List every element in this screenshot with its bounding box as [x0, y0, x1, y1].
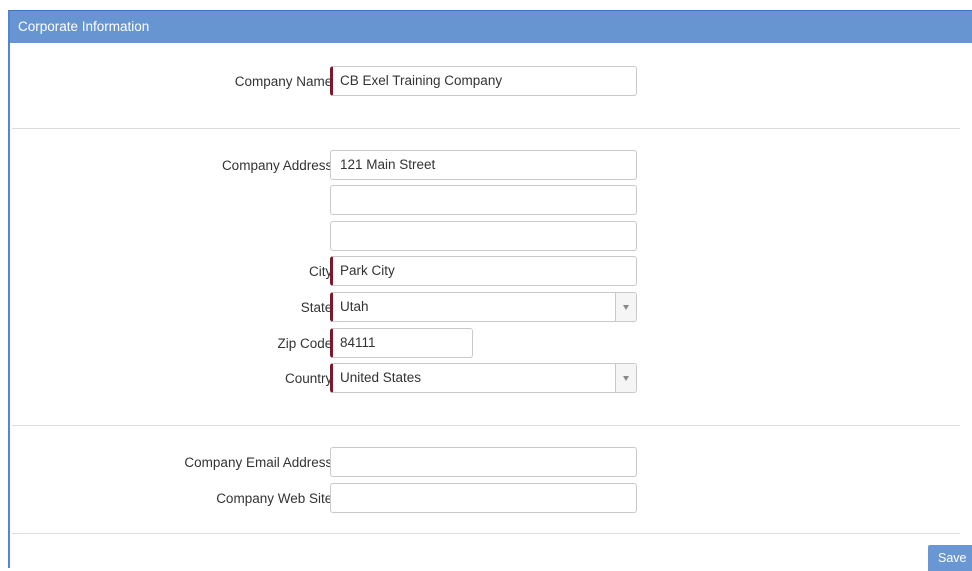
state-selected-value: Utah — [340, 299, 369, 314]
zip-code-input[interactable]: 84111 — [330, 328, 473, 358]
country-label: Country: — [284, 371, 336, 386]
country-select[interactable]: United States — [330, 363, 637, 393]
panel-title: Corporate Information — [10, 11, 972, 43]
address-line2-input[interactable] — [330, 185, 637, 215]
address-line1-input[interactable]: 121 Main Street — [330, 150, 637, 180]
section-divider — [12, 425, 960, 426]
state-select[interactable]: Utah — [330, 292, 637, 322]
company-name-input[interactable]: CB Exel Training Company — [330, 66, 637, 96]
company-email-label: Company Email Address: — [184, 455, 336, 470]
save-button[interactable]: Save — [928, 545, 972, 571]
chevron-down-icon[interactable] — [615, 364, 636, 392]
chevron-down-icon[interactable] — [615, 293, 636, 321]
address-line3-input[interactable] — [330, 221, 637, 251]
city-input[interactable]: Park City — [330, 256, 637, 286]
company-website-label: Company Web Site: — [216, 491, 336, 506]
section-divider — [12, 533, 960, 534]
country-selected-value: United States — [340, 370, 422, 385]
zip-code-label: Zip Code: — [277, 336, 336, 351]
company-email-input[interactable] — [330, 447, 637, 477]
company-address-label: Company Address: — [221, 158, 336, 173]
company-website-input[interactable] — [330, 483, 637, 513]
company-name-label: Company Name: — [234, 74, 336, 89]
section-divider — [12, 128, 960, 129]
